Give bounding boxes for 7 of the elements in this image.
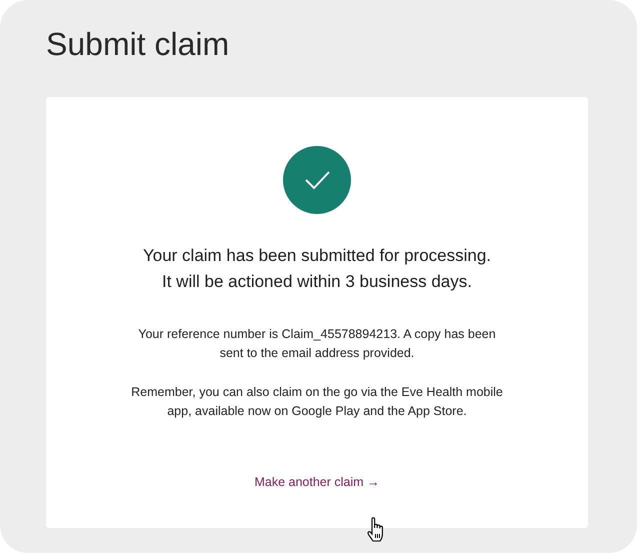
page-title: Submit claim — [46, 25, 230, 64]
confirmation-text: Your reference number is Claim_45578894213. A copy has been sent to the email address provided. — [137, 326, 497, 362]
success-check-icon — [283, 146, 351, 214]
confirmation-heading: Your claim has been submitted for processing. — [142, 245, 492, 267]
confirmation-text: Remember, you can also claim on the go via the Eve Health mobile app, available now on Google Play and the App Store. — [130, 384, 504, 420]
confirmation-heading: It will be actioned within 3 business days. — [161, 271, 473, 293]
make-another-claim-link[interactable]: Make another claim → — [254, 475, 380, 489]
